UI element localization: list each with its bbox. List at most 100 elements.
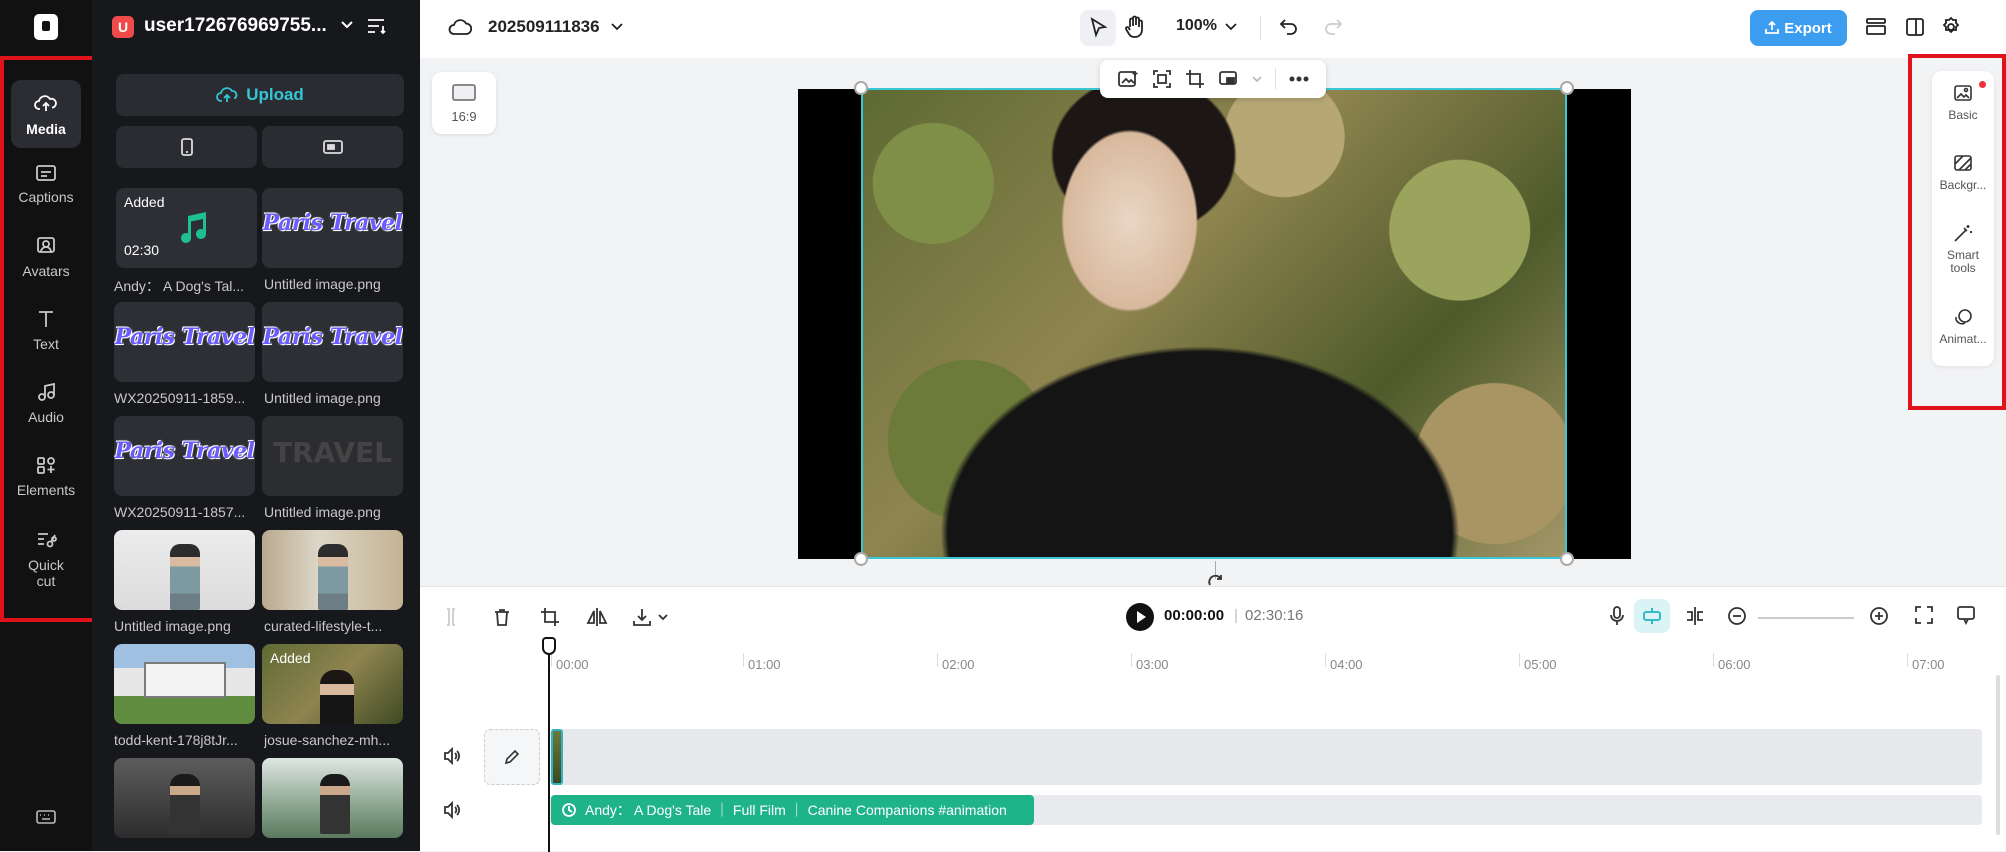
split-scene-icon[interactable]	[1684, 605, 1706, 627]
split-icon[interactable]	[444, 607, 458, 627]
crop-icon[interactable]	[1185, 69, 1205, 89]
play-button[interactable]	[1126, 603, 1154, 631]
upload-button[interactable]: Upload	[116, 74, 404, 116]
picture-in-picture-icon[interactable]	[1218, 69, 1238, 89]
added-badge: Added	[124, 194, 165, 210]
delete-icon[interactable]	[492, 607, 512, 627]
duration-badge: 02:30	[124, 242, 160, 258]
aspect-ratio-label: 16:9	[451, 109, 477, 124]
feedback-icon[interactable]	[1956, 605, 1976, 625]
ruler-tick: 03:00	[1136, 657, 1169, 672]
resize-handle[interactable]	[854, 552, 868, 566]
replace-image-icon[interactable]	[1117, 69, 1139, 89]
crop-icon[interactable]	[540, 607, 560, 627]
export-button[interactable]: Export	[1750, 10, 1847, 46]
user-avatar[interactable]: U	[112, 16, 134, 38]
hand-tool-icon[interactable]	[1124, 15, 1146, 39]
project-name[interactable]: 202509111836	[488, 17, 600, 37]
media-item-label: todd-kent-178j8tJr...	[114, 732, 238, 748]
video-track[interactable]	[550, 729, 1982, 785]
more-options-icon[interactable]	[1289, 76, 1309, 82]
top-bar: 202509111836 100% Export	[420, 0, 2006, 58]
chevron-down-icon[interactable]	[658, 613, 668, 621]
media-item-label: Untitled image.png	[264, 504, 381, 520]
rotate-icon[interactable]	[1206, 573, 1226, 587]
media-item-label: curated-lifestyle-t...	[264, 618, 383, 634]
ruler-tick: 05:00	[1524, 657, 1557, 672]
media-item-image[interactable]: Added	[262, 644, 403, 724]
media-item-image[interactable]	[114, 530, 255, 610]
ruler-tick: 04:00	[1330, 657, 1363, 672]
split-layout-icon[interactable]	[1904, 16, 1926, 38]
video-clip[interactable]	[551, 729, 563, 785]
track-edit-button[interactable]	[484, 729, 540, 785]
paris-travel-text: Paris Travel	[114, 438, 255, 464]
auto-snap-button[interactable]	[1634, 599, 1670, 633]
chevron-down-icon[interactable]	[1224, 22, 1238, 32]
zoom-slider[interactable]	[1758, 617, 1854, 619]
media-item-image[interactable]	[262, 758, 403, 838]
chevron-down-icon[interactable]	[610, 22, 624, 32]
paris-travel-text: Paris Travel	[262, 324, 403, 350]
keyboard-icon[interactable]	[35, 808, 57, 826]
fullscreen-icon[interactable]	[1914, 605, 1934, 625]
cloud-upload-icon	[216, 87, 238, 102]
audio-clip[interactable]: Andy： A Dog's Tale ｜ Full Film ｜ Canine …	[551, 795, 1034, 825]
cursor-icon	[1090, 17, 1108, 38]
timeline-scrollbar[interactable]	[1996, 675, 2000, 835]
portrait-filter-button[interactable]	[116, 126, 257, 168]
layers-icon[interactable]	[1864, 16, 1888, 38]
playhead-handle[interactable]	[542, 637, 556, 655]
resize-handle[interactable]	[854, 81, 868, 95]
select-tool-button[interactable]	[1080, 10, 1116, 46]
paris-travel-text: Paris Travel	[262, 210, 403, 236]
app-logo[interactable]	[34, 14, 58, 40]
added-badge: Added	[270, 650, 311, 666]
settings-icon[interactable]	[1940, 16, 1962, 38]
travel-logo-text: TRAVEL	[272, 436, 393, 469]
track-volume-icon[interactable]	[442, 747, 462, 765]
media-item-image[interactable]: Paris Travel	[114, 302, 255, 382]
media-item-image[interactable]: Paris Travel	[262, 188, 403, 268]
zoom-out-icon[interactable]	[1726, 605, 1748, 627]
aspect-ratio-button[interactable]: 16:9	[432, 72, 496, 134]
resize-handle[interactable]	[1560, 81, 1574, 95]
cloud-sync-icon[interactable]	[448, 18, 472, 38]
time-separator: |	[1234, 607, 1238, 624]
media-item-image[interactable]: Paris Travel	[262, 302, 403, 382]
redo-icon[interactable]	[1322, 16, 1344, 38]
upload-label: Upload	[246, 85, 304, 104]
media-item-image[interactable]	[114, 758, 255, 838]
highlight-box-right	[1908, 54, 2006, 410]
chevron-down-icon[interactable]	[1252, 75, 1262, 83]
magnet-icon	[1643, 608, 1661, 624]
username[interactable]: user172676969755...	[144, 15, 327, 37]
audio-clip-label: Andy： A Dog's Tale ｜ Full Film ｜ Canine …	[585, 802, 1007, 818]
undo-icon[interactable]	[1278, 16, 1300, 38]
media-item-audio[interactable]: Added 02:30	[116, 188, 257, 268]
media-item-label: josue-sanchez-mh...	[264, 732, 391, 748]
fit-frame-icon[interactable]	[1152, 69, 1172, 89]
media-item-label: Andy： A Dog's Tal...	[114, 278, 245, 294]
media-item-image[interactable]: TRAVEL	[262, 416, 403, 496]
zoom-in-icon[interactable]	[1868, 605, 1890, 627]
audio-clip-icon	[562, 803, 576, 817]
media-item-image[interactable]	[262, 530, 403, 610]
landscape-filter-button[interactable]	[262, 126, 403, 168]
microphone-icon[interactable]	[1608, 605, 1626, 627]
media-item-image[interactable]: Paris Travel	[114, 416, 255, 496]
video-frame-preview[interactable]	[861, 88, 1567, 559]
sort-icon[interactable]	[366, 16, 388, 36]
phone-icon	[180, 138, 193, 156]
zoom-level[interactable]: 100%	[1176, 17, 1217, 35]
ruler-tick: 07:00	[1912, 657, 1945, 672]
media-item-image[interactable]	[114, 644, 255, 724]
chevron-down-icon[interactable]	[340, 20, 354, 30]
resize-handle[interactable]	[1560, 552, 1574, 566]
track-volume-icon[interactable]	[442, 801, 462, 819]
download-icon[interactable]	[632, 607, 652, 627]
flip-icon[interactable]	[586, 607, 608, 627]
playhead[interactable]	[548, 645, 550, 852]
timeline: 00:00:00 | 02:30:16 00:00 01:00 02:00 03…	[420, 586, 2006, 852]
media-item-label: Untitled image.png	[264, 390, 381, 406]
